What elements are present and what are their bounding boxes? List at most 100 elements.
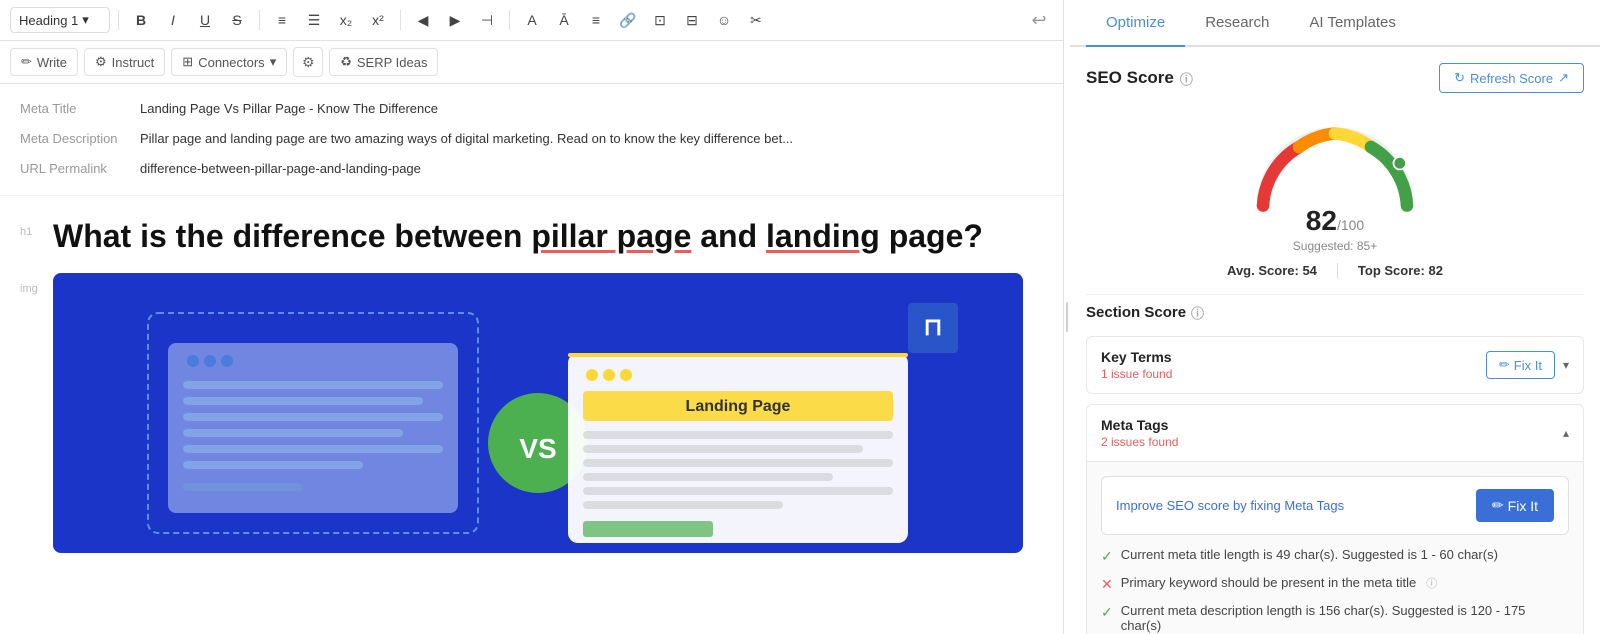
font-color-button[interactable]: A <box>518 6 546 34</box>
italic-button[interactable]: I <box>159 6 187 34</box>
meta-tags-right: ▴ <box>1563 426 1569 440</box>
heading-highlight-landing: landing <box>766 218 880 254</box>
check-text-3: Current meta description length is 156 c… <box>1121 603 1569 633</box>
meta-description-value[interactable]: Pillar page and landing page are two ama… <box>140 130 1043 148</box>
tab-ai-templates-label: AI Templates <box>1309 14 1395 31</box>
seo-score-header: SEO Score ⓘ ↻ Refresh Score ↗ <box>1086 63 1584 93</box>
meta-tags-expanded: Improve SEO score by fixing Meta Tags ✏ … <box>1087 461 1583 634</box>
check-pass-icon-1: ✓ <box>1101 548 1113 565</box>
article-heading[interactable]: What is the difference between pillar pa… <box>53 216 1023 258</box>
meta-permalink-label: URL Permalink <box>20 160 140 176</box>
refresh-external-icon: ↗ <box>1558 70 1569 86</box>
serp-ideas-button[interactable]: ♻ SERP Ideas <box>329 48 438 76</box>
heading-select-label: Heading 1 <box>19 13 78 28</box>
img-label: img <box>20 273 45 553</box>
emoji-button[interactable]: ☺ <box>710 6 738 34</box>
key-terms-left: Key Terms 1 issue found <box>1101 349 1172 381</box>
write-button[interactable]: ✏ Write <box>10 48 78 76</box>
sub-toolbar: ✏ Write ⚙ Instruct ⊞ Connectors ▾ ⚙ ♻ SE… <box>0 41 1063 84</box>
editor-panel: Heading 1 ▾ B I U S ≡ ☰ x₂ x² ◀ ▶ ⊣ A Ā … <box>0 0 1064 634</box>
tab-research-label: Research <box>1205 14 1269 31</box>
heading-highlight-pillar: pillar page <box>531 218 691 254</box>
meta-tags-issue: 2 issues found <box>1101 435 1178 449</box>
key-terms-item: Key Terms 1 issue found ✏ Fix It ▾ <box>1086 336 1584 394</box>
main-toolbar: Heading 1 ▾ B I U S ≡ ☰ x₂ x² ◀ ▶ ⊣ A Ā … <box>0 0 1063 41</box>
check-list: ✓ Current meta title length is 49 char(s… <box>1101 547 1569 634</box>
top-score-label: Top Score: <box>1358 263 1425 278</box>
meta-permalink-row: URL Permalink difference-between-pillar-… <box>20 154 1043 184</box>
text-align-button[interactable]: ≡ <box>582 6 610 34</box>
key-terms-header: Key Terms 1 issue found ✏ Fix It ▾ <box>1087 337 1583 393</box>
gauge-score-number: 82 <box>1306 205 1337 236</box>
refresh-icon: ↻ <box>1454 70 1465 86</box>
tab-research[interactable]: Research <box>1185 0 1289 47</box>
check-item-3: ✓ Current meta description length is 156… <box>1101 603 1569 633</box>
gauge-container: 82/100 Suggested: 85+ Avg. Score: 54 Top… <box>1086 105 1584 294</box>
meta-title-value[interactable]: Landing Page Vs Pillar Page - Know The D… <box>140 100 1043 118</box>
seo-score-label: SEO Score <box>1086 68 1174 88</box>
check-item-1: ✓ Current meta title length is 49 char(s… <box>1101 547 1569 565</box>
key-terms-fix-button[interactable]: ✏ Fix It <box>1486 351 1555 379</box>
indent-button[interactable]: ⊣ <box>473 6 501 34</box>
toolbar-divider-1 <box>118 10 119 30</box>
refresh-score-button[interactable]: ↻ Refresh Score ↗ <box>1439 63 1584 93</box>
meta-description-label: Meta Description <box>20 130 140 146</box>
instruct-button[interactable]: ⚙ Instruct <box>84 48 165 76</box>
instruct-icon: ⚙ <box>95 54 107 70</box>
svg-text:Landing Page: Landing Page <box>686 398 791 415</box>
toolbar-divider-3 <box>400 10 401 30</box>
strikethrough-button[interactable]: S <box>223 6 251 34</box>
connectors-button[interactable]: ⊞ Connectors ▾ <box>171 48 287 76</box>
meta-tags-fix-button[interactable]: ✏ Fix It <box>1476 489 1554 522</box>
editor-content[interactable]: h1 What is the difference between pillar… <box>0 196 1063 634</box>
section-score-info-icon[interactable]: ⓘ <box>1191 303 1204 322</box>
underline-button[interactable]: U <box>191 6 219 34</box>
ordered-list-button[interactable]: ≡ <box>268 6 296 34</box>
image-button[interactable]: ⊡ <box>646 6 674 34</box>
serp-label: SERP Ideas <box>357 55 428 70</box>
connectors-label: Connectors <box>198 55 264 70</box>
avg-score-stat: Avg. Score: 54 <box>1227 263 1317 278</box>
key-terms-fix-label: Fix It <box>1514 358 1542 373</box>
key-terms-chevron[interactable]: ▾ <box>1563 358 1569 372</box>
seo-score-info-icon[interactable]: ⓘ <box>1180 69 1193 88</box>
improve-text: Improve SEO score by fixing Meta Tags <box>1116 498 1344 513</box>
align-right-button[interactable]: ▶ <box>441 6 469 34</box>
bold-button[interactable]: B <box>127 6 155 34</box>
history-button[interactable]: ↩ <box>1025 6 1053 34</box>
meta-description-row: Meta Description Pillar page and landing… <box>20 124 1043 154</box>
subscript-button[interactable]: x₂ <box>332 6 360 34</box>
meta-tags-header: Meta Tags 2 issues found ▴ <box>1087 405 1583 461</box>
tab-optimize[interactable]: Optimize <box>1086 0 1185 47</box>
superscript-button[interactable]: x² <box>364 6 392 34</box>
meta-permalink-value[interactable]: difference-between-pillar-page-and-landi… <box>140 160 1043 178</box>
write-icon: ✏ <box>21 54 32 70</box>
key-terms-issue: 1 issue found <box>1101 367 1172 381</box>
link-button[interactable]: 🔗 <box>614 6 642 34</box>
tab-ai-templates[interactable]: AI Templates <box>1289 0 1415 47</box>
unordered-list-button[interactable]: ☰ <box>300 6 328 34</box>
settings-button[interactable]: ⚙ <box>293 47 323 77</box>
meta-tags-fix-label: Fix It <box>1508 498 1538 514</box>
media-button[interactable]: ⊟ <box>678 6 706 34</box>
gauge-stats: Avg. Score: 54 Top Score: 82 <box>1227 263 1443 278</box>
gauge-score-text: 82/100 Suggested: 85+ <box>1293 205 1377 253</box>
tab-optimize-label: Optimize <box>1106 14 1165 31</box>
refresh-label: Refresh Score <box>1470 71 1553 86</box>
avg-score-value: 54 <box>1302 263 1316 278</box>
gauge-score-denom: /100 <box>1337 217 1364 233</box>
check-text-1: Current meta title length is 49 char(s).… <box>1121 547 1498 562</box>
heading-select[interactable]: Heading 1 ▾ <box>10 7 110 33</box>
check-text-2: Primary keyword should be present in the… <box>1121 575 1417 590</box>
align-left-button[interactable]: ◀ <box>409 6 437 34</box>
top-score-value: 82 <box>1428 263 1442 278</box>
code-button[interactable]: ✂ <box>742 6 770 34</box>
meta-tags-chevron[interactable]: ▴ <box>1563 426 1569 440</box>
gauge-suggested: Suggested: 85+ <box>1293 239 1377 253</box>
section-score-label: Section Score <box>1086 304 1186 321</box>
font-highlight-button[interactable]: Ā <box>550 6 578 34</box>
check-info-icon-2[interactable]: ⓘ <box>1426 575 1437 591</box>
toolbar-divider-4 <box>509 10 510 30</box>
check-pass-icon-3: ✓ <box>1101 604 1113 621</box>
toolbar-divider-2 <box>259 10 260 30</box>
